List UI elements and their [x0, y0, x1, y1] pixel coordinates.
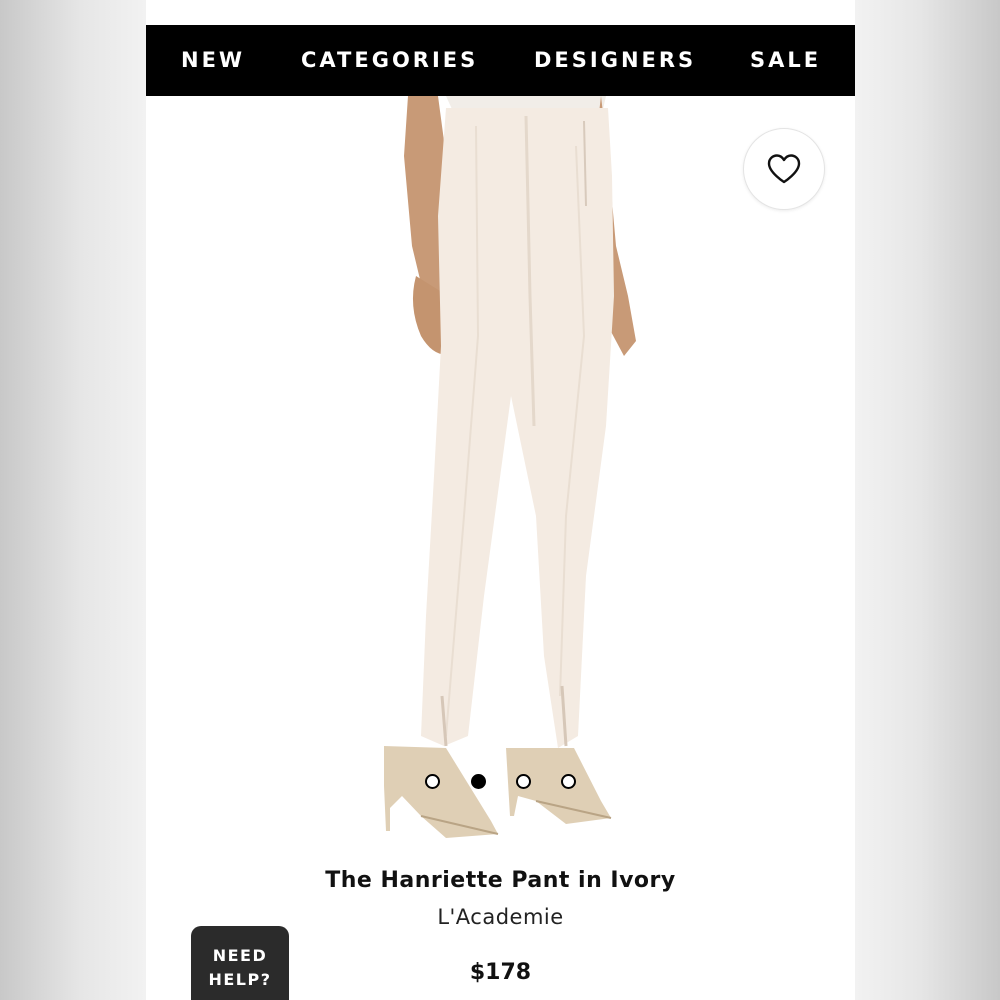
gallery-dot-2[interactable] — [471, 774, 486, 789]
need-help-line1: NEED — [212, 946, 268, 965]
nav-item-categories[interactable]: CATEGORIES — [301, 25, 478, 96]
heart-icon — [767, 154, 801, 184]
background-left — [0, 0, 146, 1000]
gallery-dot-3[interactable] — [516, 774, 531, 789]
nav-item-designers[interactable]: DESIGNERS — [534, 25, 696, 96]
product-image[interactable] — [146, 96, 855, 856]
gallery-dot-1[interactable] — [425, 774, 440, 789]
product-page: NEW CATEGORIES DESIGNERS SALE The Hanrie… — [146, 0, 855, 1000]
nav-item-new[interactable]: NEW — [181, 25, 245, 96]
gallery-dot-4[interactable] — [561, 774, 576, 789]
top-navigation: NEW CATEGORIES DESIGNERS SALE — [146, 25, 855, 96]
background-right — [855, 0, 1000, 1000]
need-help-line2: HELP? — [208, 970, 272, 989]
favorite-button[interactable] — [743, 128, 825, 210]
nav-item-sale[interactable]: SALE — [750, 25, 821, 96]
product-title: The Hanriette Pant in Ivory — [325, 868, 676, 893]
need-help-button[interactable]: NEED HELP? — [191, 926, 289, 1000]
gallery-pagination — [146, 772, 855, 792]
product-photo — [384, 96, 636, 838]
